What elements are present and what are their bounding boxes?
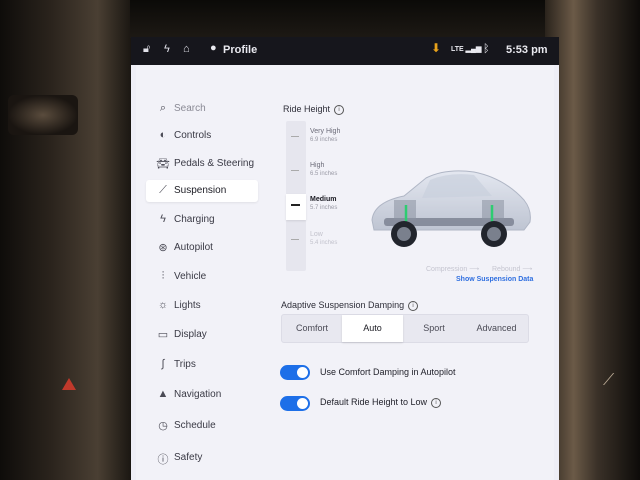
bluetooth-icon[interactable]: ᛒ	[483, 43, 490, 55]
sidebar-item-suspension[interactable]: ⟋ Suspension	[146, 180, 258, 202]
suspension-icon: ⟋	[159, 184, 167, 196]
profile-icon[interactable]: ●	[210, 42, 217, 54]
damping-option-sport[interactable]: Sport	[403, 315, 465, 342]
sidebar-item-controls[interactable]: ◐ Controls	[146, 125, 258, 147]
car-icon: 🚘︎	[156, 158, 170, 170]
lightning-icon[interactable]: ϟ	[164, 43, 170, 55]
compression-legend: Compression ⟶	[426, 266, 480, 273]
info-icon[interactable]: i	[334, 104, 345, 115]
damping-title: Adaptive Suspension Damping i	[281, 300, 419, 311]
profile-button[interactable]: Profile	[223, 44, 257, 56]
search-box[interactable]: ⌕ Search	[146, 98, 258, 120]
sidebar-item-display[interactable]: ▭ Display	[146, 324, 258, 346]
sidebar-item-safety[interactable]: ⓘ Safety	[146, 447, 258, 469]
clock-icon: ◷	[158, 420, 168, 432]
sun-icon: ☼	[157, 299, 169, 311]
home-icon[interactable]: ⌂	[183, 43, 190, 55]
lock-icon[interactable]: 🔓︎	[143, 43, 150, 56]
navigation-arrow-icon: ▲	[157, 388, 169, 400]
show-suspension-data-link[interactable]: Show Suspension Data	[456, 276, 533, 283]
ride-height-option-high[interactable]: High 6.5 inches	[286, 160, 366, 186]
sidebar-item-autopilot[interactable]: ⊛ Autopilot	[146, 237, 258, 259]
comfort-damping-autopilot-label: Use Comfort Damping in Autopilot	[320, 367, 456, 377]
damping-segmented-control: Comfort Auto Sport Advanced	[281, 314, 529, 343]
default-ride-height-low-label: Default Ride Height to Low i	[320, 397, 442, 408]
rebound-legend: Rebound ⟶	[492, 266, 533, 273]
damping-option-auto[interactable]: Auto	[342, 315, 403, 342]
touchscreen: 🔓︎ ϟ ⌂ ● Profile ⬇ LTE ▂▄▆ ᛒ 5:53 pm ⌕ S…	[131, 37, 559, 480]
search-icon: ⌕	[159, 102, 167, 114]
trips-icon: ∫	[161, 358, 165, 370]
damping-option-comfort[interactable]: Comfort	[282, 315, 342, 342]
air-vent	[8, 95, 78, 135]
wiper-icon: ⟋	[603, 372, 615, 389]
sliders-icon: ⫶	[161, 270, 165, 282]
sidebar-item-navigation[interactable]: ▲ Navigation	[146, 384, 258, 406]
display-icon: ▭	[157, 329, 169, 341]
comfort-damping-autopilot-toggle[interactable]	[280, 365, 310, 380]
damping-option-advanced[interactable]: Advanced	[465, 315, 528, 342]
info-icon[interactable]: i	[408, 300, 419, 311]
dashboard-left-trim	[0, 0, 130, 480]
sidebar-item-trips[interactable]: ∫ Trips	[146, 354, 258, 376]
default-ride-height-low-toggle[interactable]	[280, 396, 310, 411]
settings-panel: ⌕ Search ◐ Controls 🚘︎ Pedals & Steering…	[136, 65, 554, 480]
info-icon[interactable]: i	[431, 397, 442, 408]
clock-time: 5:53 pm	[506, 44, 548, 56]
sidebar-item-schedule[interactable]: ◷ Schedule	[146, 415, 258, 437]
ride-height-option-medium[interactable]: Medium 5.7 inches	[286, 194, 366, 220]
sidebar-item-vehicle[interactable]: ⫶ Vehicle	[146, 266, 258, 288]
sidebar-item-lights[interactable]: ☼ Lights	[146, 295, 258, 317]
lightning-icon: ϟ	[160, 213, 166, 225]
steering-wheel-icon: ⊛	[158, 242, 168, 254]
network-indicator: LTE ▂▄▆	[451, 46, 482, 53]
ride-height-title: Ride Height i	[283, 104, 345, 115]
car-suspension-illustration	[371, 170, 531, 247]
safety-icon: ⓘ	[157, 454, 169, 466]
status-bar: 🔓︎ ϟ ⌂ ● Profile ⬇ LTE ▂▄▆ ᛒ 5:53 pm	[131, 37, 559, 65]
dashboard-right-trim	[545, 0, 640, 480]
ride-height-option-low[interactable]: Low 5.4 inches	[286, 229, 366, 255]
toggle-icon: ◐	[159, 129, 167, 141]
sidebar-item-charging[interactable]: ϟ Charging	[146, 209, 258, 231]
ride-height-option-very-high[interactable]: Very High 6.9 inches	[286, 126, 366, 152]
hazard-button-icon[interactable]	[62, 378, 76, 390]
sidebar-item-pedals-steering[interactable]: 🚘︎ Pedals & Steering	[146, 153, 258, 175]
download-icon[interactable]: ⬇	[431, 41, 441, 55]
